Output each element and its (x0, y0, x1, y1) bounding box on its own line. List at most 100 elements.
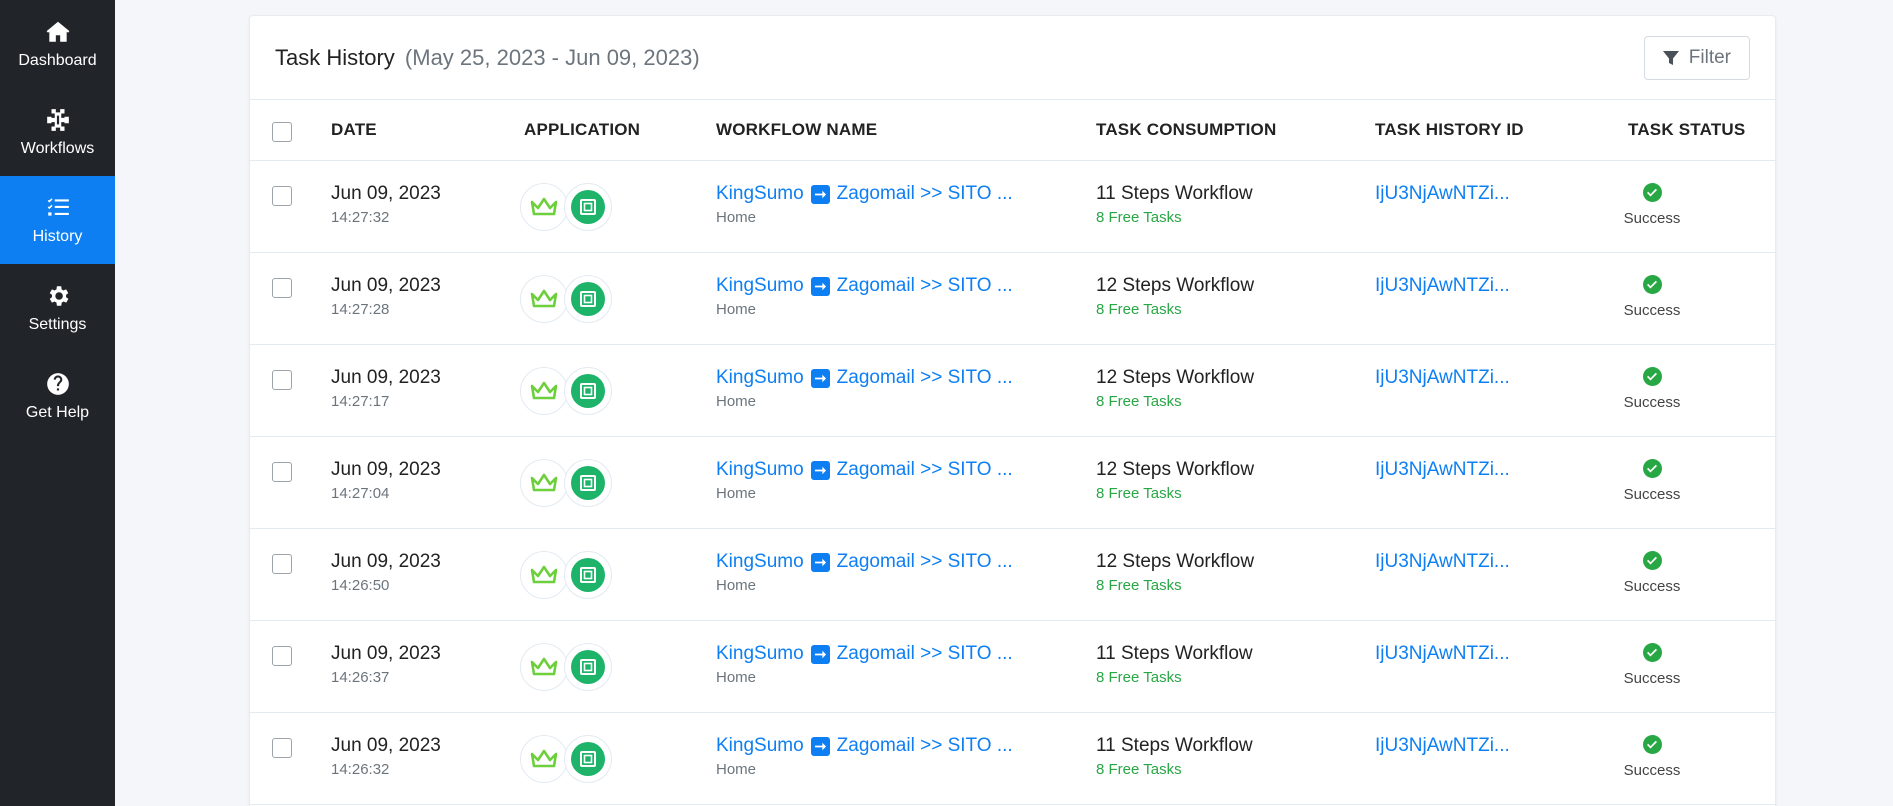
kingsumo-crown-icon (520, 551, 568, 599)
task-steps: 12 Steps Workflow (1096, 459, 1255, 480)
question-circle-icon (44, 370, 72, 398)
workflow-folder: Home (716, 577, 757, 594)
sidebar-item-label: Workflows (20, 140, 95, 157)
row-date: Jun 09, 2023 (331, 735, 441, 756)
status-text: Success (1623, 670, 1681, 687)
workflow-name-link[interactable]: KingSumo Zagomail >> SITO ... (716, 183, 1013, 205)
row-checkbox[interactable] (272, 738, 292, 758)
check-circle-icon (1642, 735, 1662, 754)
page-title-text: Task History (275, 44, 395, 70)
workflow-target-name: Zagomail >> SITO ... (836, 183, 1013, 204)
workflow-source-app: KingSumo (716, 459, 804, 480)
row-time: 14:26:37 (331, 669, 390, 686)
workflow-folder: Home (716, 761, 757, 778)
free-tasks: 8 Free Tasks (1096, 209, 1182, 226)
workflow-name-link[interactable]: KingSumo Zagomail >> SITO ... (716, 275, 1013, 297)
row-checkbox[interactable] (272, 186, 292, 206)
arrow-right-icon (810, 460, 830, 480)
task-history-id-link[interactable]: IjU3NjAwNTZi... (1375, 183, 1510, 205)
table-row[interactable]: Jun 09, 2023 14:27:32 KingSumo Zagomail … (250, 161, 1775, 253)
task-history-card: Task History (May 25, 2023 - Jun 09, 202… (249, 15, 1776, 806)
select-all-checkbox[interactable] (272, 122, 292, 142)
sidebar-item-history[interactable]: History (0, 176, 115, 264)
workflow-name-link[interactable]: KingSumo Zagomail >> SITO ... (716, 551, 1013, 573)
workflow-name-link[interactable]: KingSumo Zagomail >> SITO ... (716, 459, 1013, 481)
arrow-right-icon (810, 552, 830, 572)
table-body: Jun 09, 2023 14:27:32 KingSumo Zagomail … (250, 161, 1775, 805)
workflow-name-link[interactable]: KingSumo Zagomail >> SITO ... (716, 735, 1013, 757)
row-checkbox[interactable] (272, 370, 292, 390)
workflow-target-name: Zagomail >> SITO ... (836, 275, 1013, 296)
row-checkbox[interactable] (272, 278, 292, 298)
table-row[interactable]: Jun 09, 2023 14:26:32 KingSumo Zagomail … (250, 713, 1775, 805)
check-circle-icon (1642, 367, 1662, 386)
task-steps: 11 Steps Workflow (1096, 735, 1253, 756)
kingsumo-crown-icon (520, 183, 568, 231)
column-header-task-status[interactable]: TASK STATUS (1628, 120, 1745, 140)
application-icons (520, 367, 612, 415)
task-history-id-link[interactable]: IjU3NjAwNTZi... (1375, 643, 1510, 665)
filter-button[interactable]: Filter (1643, 35, 1750, 80)
workflow-target-name: Zagomail >> SITO ... (836, 551, 1013, 572)
check-circle-icon (1642, 643, 1662, 662)
application-icons (520, 643, 612, 691)
task-status: Success (1586, 551, 1718, 595)
workflow-source-app: KingSumo (716, 735, 804, 756)
date-range: (May 25, 2023 - Jun 09, 2023) (404, 44, 700, 70)
kingsumo-crown-icon (520, 643, 568, 691)
column-header-application[interactable]: APPLICATION (524, 120, 640, 140)
application-icons (520, 275, 612, 323)
arrow-right-icon (810, 644, 830, 664)
application-icons (520, 551, 612, 599)
column-header-task-history-id[interactable]: TASK HISTORY ID (1375, 120, 1524, 140)
task-history-id-link[interactable]: IjU3NjAwNTZi... (1375, 275, 1510, 297)
workflow-target-name: Zagomail >> SITO ... (836, 459, 1013, 480)
filter-icon (1662, 50, 1679, 65)
task-history-id-link[interactable]: IjU3NjAwNTZi... (1375, 735, 1510, 757)
column-header-task-consumption[interactable]: TASK CONSUMPTION (1096, 120, 1276, 140)
zagomail-icon (564, 551, 612, 599)
sidebar-item-get-help[interactable]: Get Help (0, 352, 115, 440)
task-status: Success (1586, 367, 1718, 411)
column-header-workflow-name[interactable]: WORKFLOW NAME (716, 120, 877, 140)
free-tasks: 8 Free Tasks (1096, 577, 1182, 594)
filter-button-label: Filter (1688, 46, 1731, 68)
table-row[interactable]: Jun 09, 2023 14:27:17 KingSumo Zagomail … (250, 345, 1775, 437)
row-time: 14:27:28 (331, 301, 390, 318)
table-row[interactable]: Jun 09, 2023 14:27:04 KingSumo Zagomail … (250, 437, 1775, 529)
column-header-date[interactable]: DATE (331, 120, 377, 140)
task-history-id-link[interactable]: IjU3NjAwNTZi... (1375, 459, 1510, 481)
status-text: Success (1623, 486, 1681, 503)
sidebar-item-settings[interactable]: Settings (0, 264, 115, 352)
row-checkbox[interactable] (272, 554, 292, 574)
workflow-target-name: Zagomail >> SITO ... (836, 367, 1013, 388)
kingsumo-crown-icon (520, 459, 568, 507)
workflow-source-app: KingSumo (716, 275, 804, 296)
task-history-id-link[interactable]: IjU3NjAwNTZi... (1375, 367, 1510, 389)
table-row[interactable]: Jun 09, 2023 14:26:50 KingSumo Zagomail … (250, 529, 1775, 621)
sidebar-item-label: History (32, 228, 83, 245)
workflow-source-app: KingSumo (716, 643, 804, 664)
free-tasks: 8 Free Tasks (1096, 669, 1182, 686)
sidebar-item-dashboard[interactable]: Dashboard (0, 0, 115, 88)
row-time: 14:27:32 (331, 209, 390, 226)
history-list-icon (44, 194, 72, 222)
free-tasks: 8 Free Tasks (1096, 301, 1182, 318)
task-steps: 12 Steps Workflow (1096, 275, 1255, 296)
workflow-name-link[interactable]: KingSumo Zagomail >> SITO ... (716, 643, 1013, 665)
row-date: Jun 09, 2023 (331, 367, 441, 388)
free-tasks: 8 Free Tasks (1096, 761, 1182, 778)
task-history-id-link[interactable]: IjU3NjAwNTZi... (1375, 551, 1510, 573)
table-row[interactable]: Jun 09, 2023 14:27:28 KingSumo Zagomail … (250, 253, 1775, 345)
row-checkbox[interactable] (272, 646, 292, 666)
workflow-icon (44, 106, 72, 134)
row-time: 14:26:32 (331, 761, 390, 778)
zagomail-icon (564, 735, 612, 783)
task-status: Success (1586, 459, 1718, 503)
workflow-name-link[interactable]: KingSumo Zagomail >> SITO ... (716, 367, 1013, 389)
check-circle-icon (1642, 275, 1662, 294)
sidebar-item-workflows[interactable]: Workflows (0, 88, 115, 176)
kingsumo-crown-icon (520, 367, 568, 415)
row-checkbox[interactable] (272, 462, 292, 482)
table-row[interactable]: Jun 09, 2023 14:26:37 KingSumo Zagomail … (250, 621, 1775, 713)
